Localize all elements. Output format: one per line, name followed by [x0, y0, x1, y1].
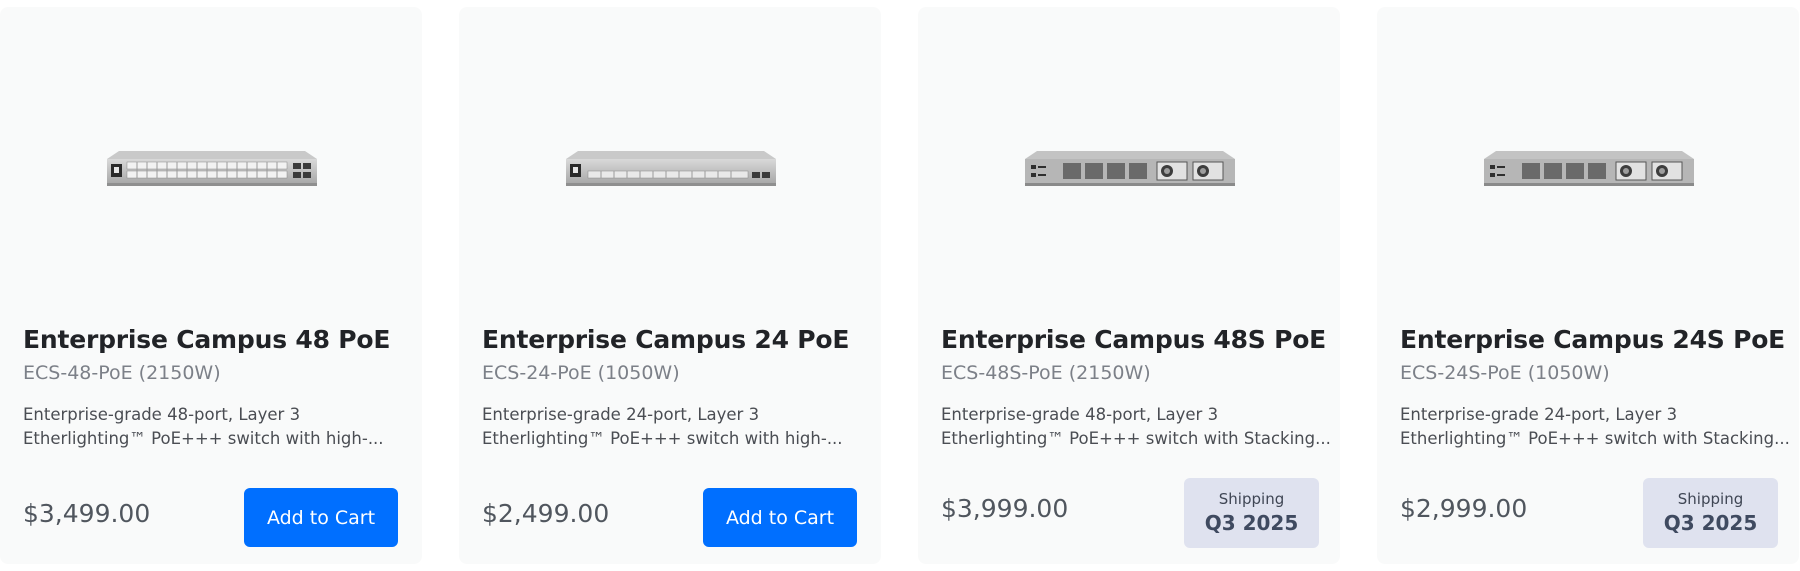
product-description: Enterprise-grade 48-port, Layer 3 Etherl… — [23, 403, 384, 451]
product-card[interactable]: Enterprise Campus 24S PoE ECS-24S-PoE (1… — [1377, 7, 1799, 564]
switch-front-48-port-icon — [107, 151, 317, 186]
product-price: $2,999.00 — [1400, 494, 1528, 523]
product-card[interactable]: Enterprise Campus 24 PoE ECS-24-PoE (105… — [459, 7, 881, 564]
description-line: Etherlighting™ PoE+++ switch with high-.… — [482, 429, 843, 448]
description-line: Etherlighting™ PoE+++ switch with high-.… — [23, 429, 384, 448]
switch-rear-fans-icon — [1484, 151, 1694, 186]
switch-front-24-port-icon — [566, 151, 776, 186]
description-line: Enterprise-grade 48-port, Layer 3 — [941, 405, 1219, 424]
product-sku: ECS-24-PoE (1050W) — [482, 362, 680, 384]
product-card[interactable]: Enterprise Campus 48S PoE ECS-48S-PoE (2… — [918, 7, 1340, 564]
product-description: Enterprise-grade 24-port, Layer 3 Etherl… — [482, 403, 843, 451]
shipping-badge: Shipping Q3 2025 — [1184, 478, 1319, 548]
product-image[interactable] — [918, 7, 1340, 307]
product-title[interactable]: Enterprise Campus 24 PoE — [482, 325, 849, 354]
product-title[interactable]: Enterprise Campus 48 PoE — [23, 325, 390, 354]
product-title[interactable]: Enterprise Campus 24S PoE — [1400, 325, 1785, 354]
description-line: Enterprise-grade 48-port, Layer 3 — [23, 405, 301, 424]
description-line: Etherlighting™ PoE+++ switch with Stacki… — [1400, 429, 1790, 448]
product-sku: ECS-48-PoE (2150W) — [23, 362, 221, 384]
product-card[interactable]: Enterprise Campus 48 PoE ECS-48-PoE (215… — [0, 7, 422, 564]
product-sku: ECS-24S-PoE (1050W) — [1400, 362, 1610, 384]
shipping-badge: Shipping Q3 2025 — [1643, 478, 1778, 548]
product-image[interactable] — [459, 7, 881, 307]
product-description: Enterprise-grade 48-port, Layer 3 Etherl… — [941, 403, 1331, 451]
description-line: Etherlighting™ PoE+++ switch with Stacki… — [941, 429, 1331, 448]
switch-rear-fans-icon — [1025, 151, 1235, 186]
product-price: $2,499.00 — [482, 499, 610, 528]
product-image[interactable] — [0, 7, 422, 307]
shipping-label: Shipping — [1677, 490, 1744, 508]
product-sku: ECS-48S-PoE (2150W) — [941, 362, 1151, 384]
add-to-cart-button[interactable]: Add to Cart — [703, 488, 857, 547]
product-title[interactable]: Enterprise Campus 48S PoE — [941, 325, 1326, 354]
product-grid: Enterprise Campus 48 PoE ECS-48-PoE (215… — [0, 0, 1800, 571]
shipping-label: Shipping — [1218, 490, 1285, 508]
description-line: Enterprise-grade 24-port, Layer 3 — [1400, 405, 1678, 424]
shipping-date: Q3 2025 — [1204, 511, 1299, 535]
product-price: $3,999.00 — [941, 494, 1069, 523]
product-image[interactable] — [1377, 7, 1799, 307]
product-price: $3,499.00 — [23, 499, 151, 528]
product-description: Enterprise-grade 24-port, Layer 3 Etherl… — [1400, 403, 1790, 451]
shipping-date: Q3 2025 — [1663, 511, 1758, 535]
description-line: Enterprise-grade 24-port, Layer 3 — [482, 405, 760, 424]
add-to-cart-button[interactable]: Add to Cart — [244, 488, 398, 547]
